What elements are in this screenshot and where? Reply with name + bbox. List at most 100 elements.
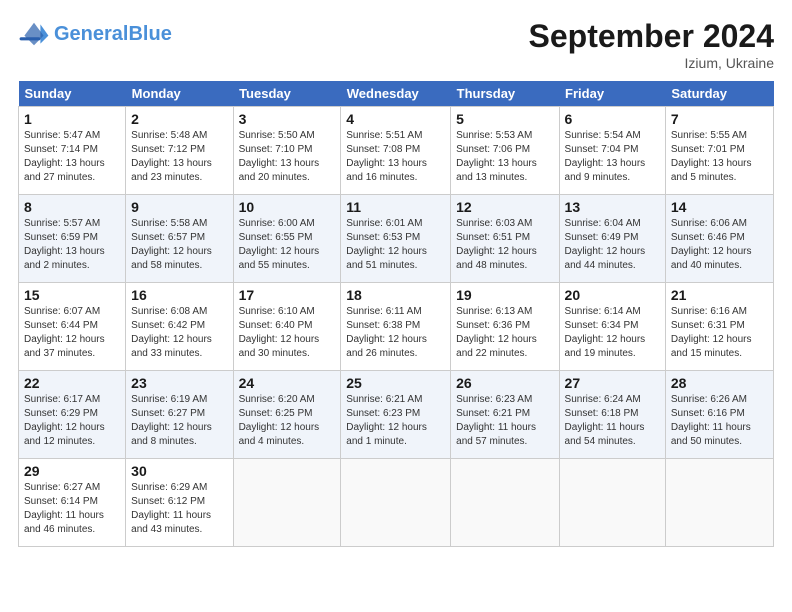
day-number: 5 xyxy=(456,111,553,127)
day-info: Sunrise: 5:55 AM Sunset: 7:01 PM Dayligh… xyxy=(671,129,768,185)
calendar-cell: 24 Sunrise: 6:20 AM Sunset: 6:25 PM Dayli… xyxy=(233,371,341,459)
calendar-cell xyxy=(451,459,559,547)
logo: GeneralBlue xyxy=(18,18,172,50)
calendar-cell: 8 Sunrise: 5:57 AM Sunset: 6:59 PM Daylig… xyxy=(19,195,126,283)
day-number: 7 xyxy=(671,111,768,127)
day-info: Sunrise: 6:24 AM Sunset: 6:18 PM Dayligh… xyxy=(565,393,660,449)
day-number: 27 xyxy=(565,375,660,391)
table-row: 8 Sunrise: 5:57 AM Sunset: 6:59 PM Daylig… xyxy=(19,195,774,283)
calendar-cell: 2 Sunrise: 5:48 AM Sunset: 7:12 PM Daylig… xyxy=(126,107,233,195)
day-info: Sunrise: 5:51 AM Sunset: 7:08 PM Dayligh… xyxy=(346,129,445,185)
day-info: Sunrise: 6:20 AM Sunset: 6:25 PM Dayligh… xyxy=(239,393,336,449)
header: GeneralBlue September 2024 Izium, Ukrain… xyxy=(18,18,774,71)
day-number: 9 xyxy=(131,199,227,215)
day-info: Sunrise: 6:23 AM Sunset: 6:21 PM Dayligh… xyxy=(456,393,553,449)
day-info: Sunrise: 6:19 AM Sunset: 6:27 PM Dayligh… xyxy=(131,393,227,449)
day-number: 18 xyxy=(346,287,445,303)
calendar-cell: 13 Sunrise: 6:04 AM Sunset: 6:49 PM Dayli… xyxy=(559,195,665,283)
day-info: Sunrise: 6:29 AM Sunset: 6:12 PM Dayligh… xyxy=(131,481,227,537)
logo-text: GeneralBlue xyxy=(54,23,172,45)
table-row: 29 Sunrise: 6:27 AM Sunset: 6:14 PM Dayli… xyxy=(19,459,774,547)
calendar-cell: 19 Sunrise: 6:13 AM Sunset: 6:36 PM Dayli… xyxy=(451,283,559,371)
day-number: 15 xyxy=(24,287,120,303)
day-info: Sunrise: 5:50 AM Sunset: 7:10 PM Dayligh… xyxy=(239,129,336,185)
logo-blue: Blue xyxy=(128,23,171,45)
calendar-cell: 30 Sunrise: 6:29 AM Sunset: 6:12 PM Dayli… xyxy=(126,459,233,547)
day-number: 26 xyxy=(456,375,553,391)
day-number: 28 xyxy=(671,375,768,391)
calendar-page: GeneralBlue September 2024 Izium, Ukrain… xyxy=(0,0,792,612)
col-tuesday: Tuesday xyxy=(233,81,341,107)
calendar-cell xyxy=(233,459,341,547)
calendar-cell: 27 Sunrise: 6:24 AM Sunset: 6:18 PM Dayli… xyxy=(559,371,665,459)
day-info: Sunrise: 5:57 AM Sunset: 6:59 PM Dayligh… xyxy=(24,217,120,273)
day-number: 13 xyxy=(565,199,660,215)
col-saturday: Saturday xyxy=(665,81,773,107)
day-number: 12 xyxy=(456,199,553,215)
day-number: 11 xyxy=(346,199,445,215)
day-number: 8 xyxy=(24,199,120,215)
col-wednesday: Wednesday xyxy=(341,81,451,107)
day-number: 17 xyxy=(239,287,336,303)
day-number: 19 xyxy=(456,287,553,303)
day-info: Sunrise: 6:27 AM Sunset: 6:14 PM Dayligh… xyxy=(24,481,120,537)
day-number: 22 xyxy=(24,375,120,391)
col-thursday: Thursday xyxy=(451,81,559,107)
calendar-cell: 22 Sunrise: 6:17 AM Sunset: 6:29 PM Dayli… xyxy=(19,371,126,459)
calendar-header-row: Sunday Monday Tuesday Wednesday Thursday… xyxy=(19,81,774,107)
day-info: Sunrise: 5:54 AM Sunset: 7:04 PM Dayligh… xyxy=(565,129,660,185)
calendar-cell: 26 Sunrise: 6:23 AM Sunset: 6:21 PM Dayli… xyxy=(451,371,559,459)
day-number: 29 xyxy=(24,463,120,479)
day-info: Sunrise: 6:13 AM Sunset: 6:36 PM Dayligh… xyxy=(456,305,553,361)
day-info: Sunrise: 6:00 AM Sunset: 6:55 PM Dayligh… xyxy=(239,217,336,273)
calendar-cell: 23Sunrise: 6:19 AM Sunset: 6:27 PM Dayli… xyxy=(126,371,233,459)
day-number: 4 xyxy=(346,111,445,127)
day-info: Sunrise: 5:48 AM Sunset: 7:12 PM Dayligh… xyxy=(131,129,227,185)
day-info: Sunrise: 6:01 AM Sunset: 6:53 PM Dayligh… xyxy=(346,217,445,273)
day-number: 6 xyxy=(565,111,660,127)
day-info: Sunrise: 6:10 AM Sunset: 6:40 PM Dayligh… xyxy=(239,305,336,361)
calendar-cell: 4 Sunrise: 5:51 AM Sunset: 7:08 PM Daylig… xyxy=(341,107,451,195)
title-block: September 2024 Izium, Ukraine xyxy=(529,18,774,71)
day-info: Sunrise: 5:53 AM Sunset: 7:06 PM Dayligh… xyxy=(456,129,553,185)
calendar-cell: 17 Sunrise: 6:10 AM Sunset: 6:40 PM Dayli… xyxy=(233,283,341,371)
day-info: Sunrise: 6:16 AM Sunset: 6:31 PM Dayligh… xyxy=(671,305,768,361)
col-sunday: Sunday xyxy=(19,81,126,107)
calendar-cell xyxy=(665,459,773,547)
calendar-cell xyxy=(559,459,665,547)
day-info: Sunrise: 6:14 AM Sunset: 6:34 PM Dayligh… xyxy=(565,305,660,361)
logo-icon xyxy=(18,18,50,50)
calendar-cell: 18Sunrise: 6:11 AM Sunset: 6:38 PM Dayli… xyxy=(341,283,451,371)
table-row: 15 Sunrise: 6:07 AM Sunset: 6:44 PM Dayli… xyxy=(19,283,774,371)
day-info: Sunrise: 6:04 AM Sunset: 6:49 PM Dayligh… xyxy=(565,217,660,273)
day-number: 24 xyxy=(239,375,336,391)
calendar-cell: 28 Sunrise: 6:26 AM Sunset: 6:16 PM Dayli… xyxy=(665,371,773,459)
day-number: 30 xyxy=(131,463,227,479)
calendar-cell: 29 Sunrise: 6:27 AM Sunset: 6:14 PM Dayli… xyxy=(19,459,126,547)
calendar-cell: 14Sunrise: 6:06 AM Sunset: 6:46 PM Dayli… xyxy=(665,195,773,283)
day-info: Sunrise: 6:17 AM Sunset: 6:29 PM Dayligh… xyxy=(24,393,120,449)
calendar-cell: 7 Sunrise: 5:55 AM Sunset: 7:01 PM Daylig… xyxy=(665,107,773,195)
month-title: September 2024 xyxy=(529,18,774,55)
day-info: Sunrise: 6:06 AM Sunset: 6:46 PM Dayligh… xyxy=(671,217,768,273)
day-number: 20 xyxy=(565,287,660,303)
table-row: 1Sunrise: 5:47 AM Sunset: 7:14 PM Daylig… xyxy=(19,107,774,195)
day-number: 10 xyxy=(239,199,336,215)
calendar-cell xyxy=(341,459,451,547)
day-number: 21 xyxy=(671,287,768,303)
calendar-cell: 5 Sunrise: 5:53 AM Sunset: 7:06 PM Daylig… xyxy=(451,107,559,195)
day-info: Sunrise: 6:21 AM Sunset: 6:23 PM Dayligh… xyxy=(346,393,445,449)
day-info: Sunrise: 6:03 AM Sunset: 6:51 PM Dayligh… xyxy=(456,217,553,273)
day-info: Sunrise: 6:07 AM Sunset: 6:44 PM Dayligh… xyxy=(24,305,120,361)
day-info: Sunrise: 5:58 AM Sunset: 6:57 PM Dayligh… xyxy=(131,217,227,273)
logo-general: General xyxy=(54,23,128,45)
day-info: Sunrise: 6:08 AM Sunset: 6:42 PM Dayligh… xyxy=(131,305,227,361)
calendar-cell: 9 Sunrise: 5:58 AM Sunset: 6:57 PM Daylig… xyxy=(126,195,233,283)
day-number: 2 xyxy=(131,111,227,127)
calendar-cell: 21 Sunrise: 6:16 AM Sunset: 6:31 PM Dayli… xyxy=(665,283,773,371)
calendar-cell: 3 Sunrise: 5:50 AM Sunset: 7:10 PM Daylig… xyxy=(233,107,341,195)
day-info: Sunrise: 6:26 AM Sunset: 6:16 PM Dayligh… xyxy=(671,393,768,449)
col-friday: Friday xyxy=(559,81,665,107)
calendar-cell: 6 Sunrise: 5:54 AM Sunset: 7:04 PM Daylig… xyxy=(559,107,665,195)
day-number: 3 xyxy=(239,111,336,127)
